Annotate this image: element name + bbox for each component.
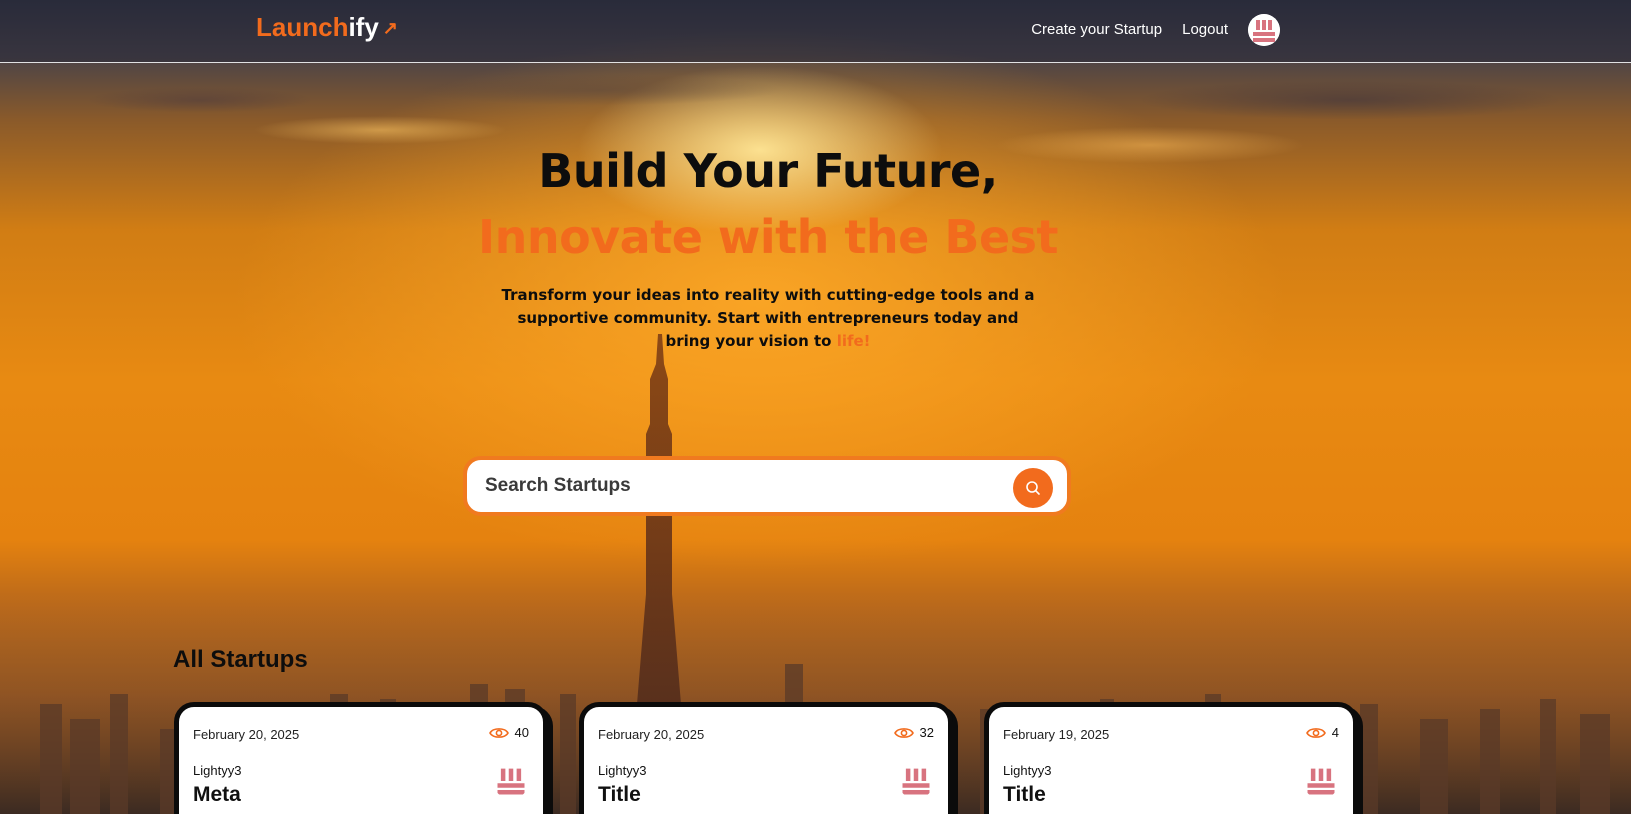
avatar-icon (1303, 763, 1339, 799)
hero-subtitle-highlight: life! (836, 332, 871, 350)
top-navbar: Launchify ↗ Create your Startup Logout (0, 0, 1631, 63)
avatar-icon (493, 763, 529, 799)
arrow-up-right-icon: ↗ (382, 18, 398, 38)
logo-text-launch: Launch (256, 12, 349, 42)
eye-icon (893, 727, 914, 738)
card-author[interactable]: Lightyy3 (193, 763, 241, 778)
card-title[interactable]: Title (1003, 783, 1046, 807)
search-bar (463, 456, 1071, 516)
hero-subtitle: Transform your ideas into reality with c… (498, 284, 1038, 353)
card-author-avatar[interactable] (898, 763, 934, 799)
hero-title-line1: Build Your Future, (538, 144, 998, 198)
logo[interactable]: Launchify ↗ (256, 12, 398, 43)
eye-icon (1305, 727, 1326, 738)
avatar-icon (898, 763, 934, 799)
card-views: 40 (488, 725, 529, 740)
startup-card[interactable]: February 20, 2025 40 Lightyy3 Meta (174, 702, 548, 814)
card-date: February 20, 2025 (193, 727, 300, 742)
eye-icon (488, 727, 509, 738)
card-views: 32 (893, 725, 934, 740)
card-author-avatar[interactable] (493, 763, 529, 799)
create-startup-link[interactable]: Create your Startup (1031, 14, 1162, 46)
card-date: February 20, 2025 (598, 727, 705, 742)
search-icon (1026, 481, 1040, 495)
card-views-count: 40 (514, 725, 529, 740)
card-views-count: 32 (919, 725, 934, 740)
card-views: 4 (1305, 725, 1339, 740)
hero-subtitle-text: Transform your ideas into reality with c… (501, 286, 1035, 350)
card-author-avatar[interactable] (1303, 763, 1339, 799)
card-author[interactable]: Lightyy3 (598, 763, 646, 778)
card-views-count: 4 (1331, 725, 1339, 740)
nav-links: Create your Startup Logout (1031, 14, 1280, 46)
section-title-all-startups: All Startups (173, 646, 308, 673)
search-input[interactable] (483, 474, 987, 498)
logout-link[interactable]: Logout (1182, 14, 1228, 46)
card-title[interactable]: Title (598, 783, 641, 807)
startup-card[interactable]: February 20, 2025 32 Lightyy3 Title (579, 702, 953, 814)
page: Launchify ↗ Create your Startup Logout Bu… (0, 0, 1631, 814)
search-button[interactable] (1013, 468, 1053, 508)
hero-title-line2: Innovate with the Best (477, 210, 1059, 264)
card-date: February 19, 2025 (1003, 727, 1110, 742)
logo-text-ify: ify (348, 12, 379, 42)
card-author[interactable]: Lightyy3 (1003, 763, 1051, 778)
user-avatar[interactable] (1248, 14, 1280, 46)
startup-card[interactable]: February 19, 2025 4 Lightyy3 Title (984, 702, 1358, 814)
avatar-icon (1248, 14, 1280, 46)
card-title[interactable]: Meta (193, 783, 241, 807)
